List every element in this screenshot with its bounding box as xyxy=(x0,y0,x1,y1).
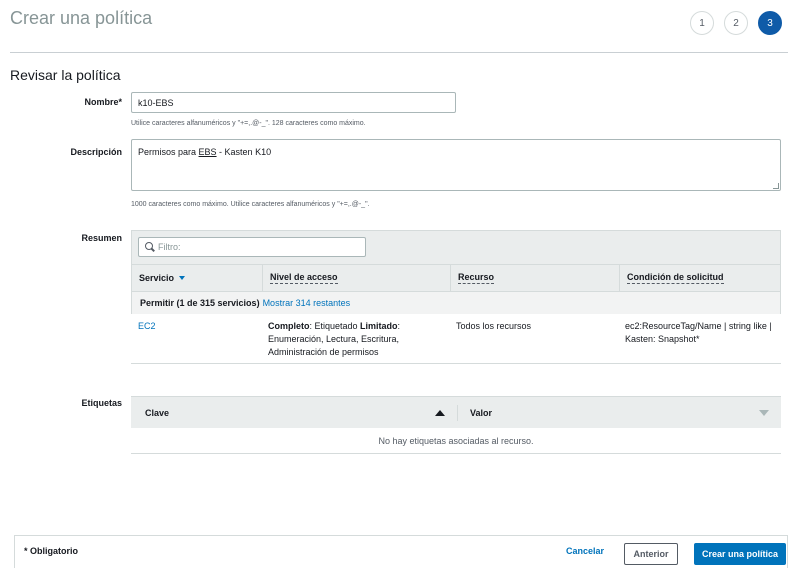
resource-cell: Todos los recursos xyxy=(456,321,532,331)
tags-label: Etiquetas xyxy=(81,398,122,408)
show-remaining-link[interactable]: Mostrar 314 restantes xyxy=(263,298,351,308)
previous-button[interactable]: Anterior xyxy=(624,543,678,565)
column-key[interactable]: Clave xyxy=(131,397,457,428)
access-level-limited: Limitado xyxy=(360,321,398,331)
filter-input[interactable]: Filtro: xyxy=(138,237,366,257)
access-level-full: Completo xyxy=(268,321,310,331)
summary-table: Filtro: Servicio Nivel de acceso Recurso… xyxy=(131,230,781,364)
name-input[interactable]: k10-EBS xyxy=(131,92,456,113)
tags-table: Clave Valor No hay etiquetas asociadas a… xyxy=(131,396,781,454)
condition-cell: ec2:ResourceTag/Name | string like | Kas… xyxy=(625,321,772,344)
summary-header: Servicio Nivel de acceso Recurso Condici… xyxy=(131,264,781,292)
step-2[interactable]: 2 xyxy=(724,11,748,35)
section-title: Revisar la política xyxy=(10,67,121,83)
group-title: Permitir (1 de 315 servicios) xyxy=(140,298,260,308)
name-value: k10-EBS xyxy=(138,97,174,108)
column-condition[interactable]: Condición de solicitud xyxy=(619,265,780,291)
column-key-label: Clave xyxy=(145,407,170,418)
column-condition-label: Condición de solicitud xyxy=(627,272,724,284)
sort-desc-icon xyxy=(759,410,769,416)
filter-placeholder: Filtro: xyxy=(158,242,181,252)
create-policy-button[interactable]: Crear una política xyxy=(694,543,786,565)
step-3-current: 3 xyxy=(758,11,782,35)
group-row-allow: Permitir (1 de 315 servicios) Mostrar 31… xyxy=(131,292,781,314)
description-textarea[interactable]: Permisos para EBS - Kasten K10 xyxy=(131,139,781,191)
column-service[interactable]: Servicio xyxy=(132,265,262,291)
resize-handle[interactable] xyxy=(773,183,779,189)
column-access-level-label: Nivel de acceso xyxy=(270,272,338,284)
column-service-label: Servicio xyxy=(139,273,175,283)
column-value[interactable]: Valor xyxy=(457,405,781,421)
step-1[interactable]: 1 xyxy=(690,11,714,35)
footer-bar: * Obligatorio Cancelar Anterior Crear un… xyxy=(14,535,788,568)
access-level-text1: : Etiquetado xyxy=(309,321,361,331)
name-label: Nombre* xyxy=(84,97,122,107)
required-note: * Obligatorio xyxy=(24,546,78,556)
table-row: EC2 Completo: Etiquetado Limitado: Enume… xyxy=(131,314,781,364)
description-underlined: EBS xyxy=(198,147,217,157)
sort-desc-icon xyxy=(179,276,186,280)
search-icon xyxy=(145,242,155,252)
service-link[interactable]: EC2 xyxy=(138,321,156,331)
access-level-cell: Completo: Etiquetado Limitado: Enumeraci… xyxy=(261,320,449,363)
summary-label: Resumen xyxy=(81,233,122,243)
description-label: Descripción xyxy=(70,147,122,157)
tags-header: Clave Valor xyxy=(131,396,781,428)
column-value-label: Valor xyxy=(470,408,493,418)
column-resource-label: Recurso xyxy=(458,272,495,284)
description-prefix: Permisos para xyxy=(138,147,199,157)
summary-toolbar: Filtro: xyxy=(131,230,781,264)
wizard-steps: 1 2 3 xyxy=(690,11,782,35)
column-resource[interactable]: Recurso xyxy=(450,265,619,291)
column-access-level[interactable]: Nivel de acceso xyxy=(262,265,450,291)
header-divider xyxy=(10,52,788,53)
page-title: Crear una política xyxy=(10,8,153,28)
tags-empty-message: No hay etiquetas asociadas al recurso. xyxy=(131,428,781,454)
description-hint: 1000 caracteres como máximo. Utilice car… xyxy=(131,201,370,208)
cancel-button[interactable]: Cancelar xyxy=(566,546,604,556)
name-hint: Utilice caracteres alfanuméricos y "+=,.… xyxy=(131,120,366,127)
description-suffix: - Kasten K10 xyxy=(216,147,272,157)
sort-asc-icon xyxy=(435,409,445,416)
